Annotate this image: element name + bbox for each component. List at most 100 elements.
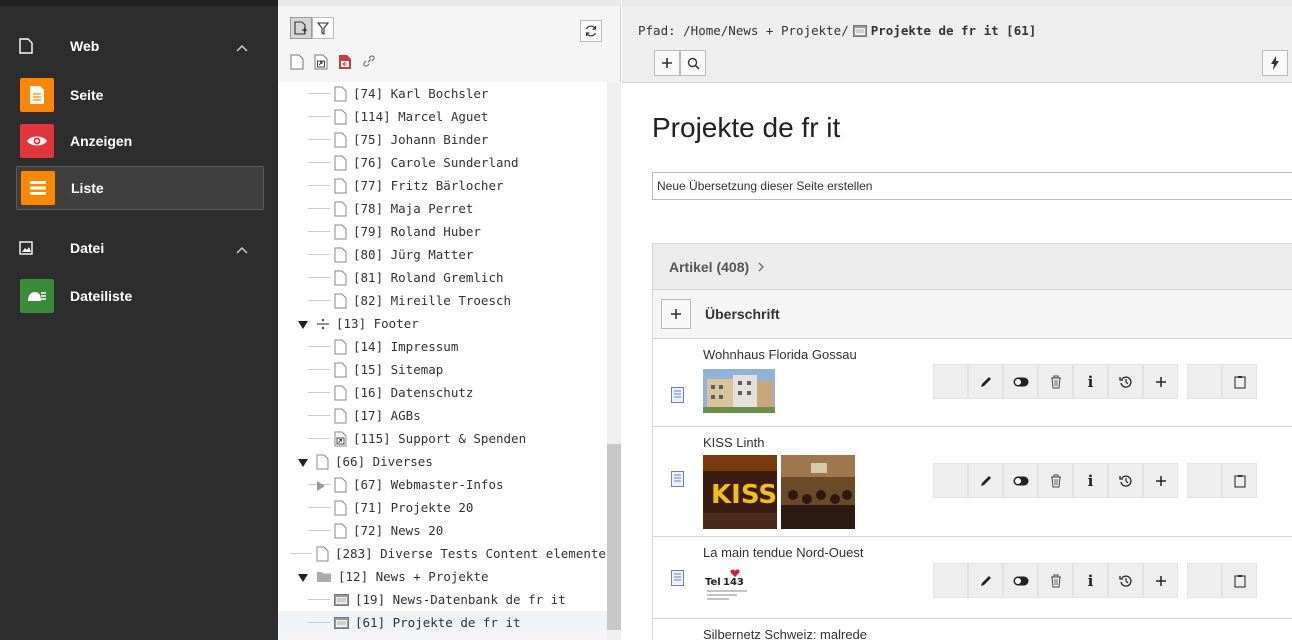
tree-node[interactable]: [71] Projekte 20	[278, 496, 608, 519]
tree-node[interactable]: [76] Carole Sunderland	[278, 151, 608, 174]
tree-node-label[interactable]: [78] Maja Perret	[353, 201, 473, 216]
tree-node[interactable]: [12] News + Projekte	[278, 565, 608, 588]
thumbnail-image[interactable]	[781, 455, 855, 529]
tree-node-label[interactable]: [15] Sitemap	[353, 362, 443, 377]
record-type-icon[interactable]	[671, 471, 684, 487]
search-button[interactable]	[680, 50, 706, 76]
history-icon[interactable]	[1108, 563, 1143, 598]
tree-node[interactable]: [67] Webmaster-Infos	[278, 473, 608, 496]
clear-cache-button[interactable]	[1262, 50, 1288, 76]
module-group-web[interactable]: Web	[16, 26, 264, 66]
page-icon[interactable]	[334, 477, 347, 493]
record-title[interactable]: Silbernetz Schweiz: malrede	[703, 627, 867, 640]
tree-node-label[interactable]: [67] Webmaster-Infos	[353, 477, 504, 492]
divider-icon[interactable]	[316, 317, 330, 331]
info-icon[interactable]: i	[1073, 463, 1108, 498]
new-record-after-icon[interactable]	[1143, 364, 1178, 399]
tree-node[interactable]: [74] Karl Bochsler	[278, 82, 608, 105]
new-record-after-icon[interactable]	[1143, 563, 1178, 598]
tree-node-label[interactable]: [115] Support & Spenden	[353, 431, 526, 446]
tree-node-label[interactable]: [74] Karl Bochsler	[353, 86, 488, 101]
tree-node[interactable]: [17] AGBs	[278, 404, 608, 427]
page-icon[interactable]	[334, 293, 347, 309]
thumbnail-image[interactable]	[703, 369, 775, 413]
page-icon[interactable]	[334, 385, 347, 401]
tree-node-label[interactable]: [283] Diverse Tests Content elemente	[335, 546, 606, 561]
tree-node[interactable]: [75] Johann Binder	[278, 128, 608, 151]
tree-node[interactable]: [114] Marcel Aguet	[278, 105, 608, 128]
history-icon[interactable]	[1108, 364, 1143, 399]
record-type-icon[interactable]	[671, 570, 684, 586]
page-icon[interactable]	[334, 408, 347, 424]
page-icon[interactable]	[334, 155, 347, 171]
tree-node-label[interactable]: [114] Marcel Aguet	[353, 109, 488, 124]
tree-node[interactable]: [16] Datenschutz	[278, 381, 608, 404]
module-item-liste[interactable]: Liste	[16, 166, 264, 210]
toggle-visibility-icon[interactable]	[1003, 364, 1038, 399]
new-record-after-icon[interactable]	[1143, 463, 1178, 498]
info-icon[interactable]: i	[1073, 364, 1108, 399]
tree-node[interactable]: [78] Maja Perret	[278, 197, 608, 220]
toggle-visibility-icon[interactable]	[1003, 463, 1038, 498]
page-icon[interactable]	[334, 362, 347, 378]
tree-node-label[interactable]: [79] Roland Huber	[353, 224, 481, 239]
new-page-toggle-button[interactable]	[290, 17, 312, 39]
edit-pencil-icon[interactable]	[968, 563, 1003, 598]
tree-node[interactable]: [82] Mireille Troesch	[278, 289, 608, 312]
tree-node[interactable]: [115] Support & Spenden	[278, 427, 608, 450]
record-title[interactable]: Wohnhaus Florida Gossau	[703, 347, 857, 362]
new-record-button[interactable]	[654, 50, 680, 76]
record-type-icon[interactable]	[671, 387, 684, 403]
thumbnail-image[interactable]: KISS	[703, 455, 777, 529]
page-icon[interactable]	[334, 109, 347, 125]
tree-node-label[interactable]: [16] Datenschutz	[353, 385, 473, 400]
filter-button[interactable]	[312, 17, 334, 39]
page-icon[interactable]	[334, 178, 347, 194]
page-icon[interactable]	[334, 523, 347, 539]
page-icon[interactable]	[334, 500, 347, 516]
folder-icon[interactable]	[316, 570, 332, 583]
page-icon[interactable]	[334, 201, 347, 217]
tree-node[interactable]: [66] Diverses	[278, 450, 608, 473]
page-icon[interactable]	[334, 270, 347, 286]
tree-node-label[interactable]: [72] News 20	[353, 523, 443, 538]
tree-node[interactable]: [14] Impressum	[278, 335, 608, 358]
tree-node-label[interactable]: [80] Jürg Matter	[353, 247, 473, 262]
clipboard-icon[interactable]	[1222, 463, 1257, 498]
module-item-anzeigen[interactable]: Anzeigen	[16, 119, 264, 163]
tree-node-label[interactable]: [75] Johann Binder	[353, 132, 488, 147]
tree-node-label[interactable]: [66] Diverses	[335, 454, 433, 469]
shortcut-page-icon[interactable]	[334, 431, 347, 447]
table-row[interactable]: Wohnhaus Florida Gossau i	[652, 339, 1292, 427]
sysfolder-icon[interactable]	[334, 616, 349, 630]
table-row[interactable]: La main tendue Nord-Ouest Tel 143 i	[652, 537, 1292, 619]
refresh-icon[interactable]	[580, 20, 602, 42]
module-item-dateiliste[interactable]: Dateiliste	[16, 274, 264, 318]
thumbnail-image[interactable]: Tel 143	[703, 567, 755, 603]
clipboard-icon[interactable]	[1222, 364, 1257, 399]
expand-toggle-icon[interactable]	[298, 571, 308, 586]
edit-pencil-icon[interactable]	[968, 364, 1003, 399]
tree-node-label[interactable]: [12] News + Projekte	[338, 569, 489, 584]
tree-node[interactable]: [80] Jürg Matter	[278, 243, 608, 266]
history-icon[interactable]	[1108, 463, 1143, 498]
page-tree-scrollbar-thumb[interactable]	[607, 444, 621, 630]
chevron-up-icon[interactable]	[236, 242, 248, 257]
module-item-seite[interactable]: Seite	[16, 73, 264, 117]
tree-node-label[interactable]: [81] Roland Gremlich	[353, 270, 504, 285]
tree-node[interactable]: [13] Footer	[278, 312, 608, 335]
tree-node-label[interactable]: [14] Impressum	[353, 339, 458, 354]
tree-node-label[interactable]: [77] Fritz Bärlocher	[353, 178, 504, 193]
table-row[interactable]: Silbernetz Schweiz: malrede	[652, 619, 1292, 640]
page-icon[interactable]	[334, 86, 347, 102]
tree-node[interactable]: [19] News-Datenbank de fr it	[278, 588, 608, 611]
tree-node[interactable]: [72] News 20	[278, 519, 608, 542]
tree-node[interactable]: [77] Fritz Bärlocher	[278, 174, 608, 197]
page-icon[interactable]	[334, 339, 347, 355]
expand-toggle-icon[interactable]	[298, 318, 308, 333]
delete-trash-icon[interactable]	[1038, 463, 1073, 498]
record-title[interactable]: La main tendue Nord-Ouest	[703, 545, 863, 560]
record-title[interactable]: KISS Linth	[703, 435, 764, 450]
tree-node[interactable]: [79] Roland Huber	[278, 220, 608, 243]
page-type-standard-icon[interactable]	[290, 54, 304, 73]
